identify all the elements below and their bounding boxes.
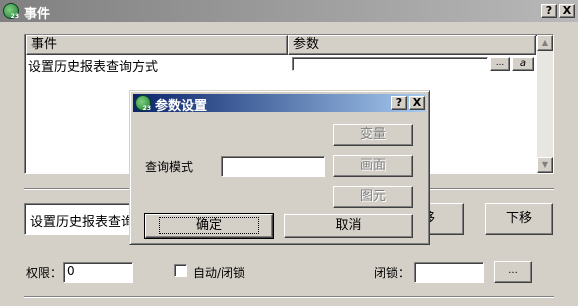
close-button[interactable]: X xyxy=(559,4,575,18)
ok-button[interactable]: 确定 xyxy=(144,213,274,239)
separator-line xyxy=(24,296,554,298)
variable-button[interactable]: 变量 xyxy=(333,124,413,146)
help-button[interactable]: ? xyxy=(541,4,557,18)
event-cell: 设置历史报表查询方式 xyxy=(28,60,159,75)
dialog-title: 参数设置 xyxy=(155,99,208,114)
window-title: 事件 xyxy=(24,7,51,22)
param-edit-icon[interactable]: a xyxy=(512,57,534,71)
permission-label: 权限： xyxy=(26,266,63,280)
dialog-logo-icon xyxy=(135,95,151,112)
app-logo-icon xyxy=(3,3,19,20)
auto-lock-checkbox[interactable] xyxy=(174,264,187,277)
column-header-event[interactable]: 事件 xyxy=(26,35,288,55)
ok-button-label: 确定 xyxy=(158,217,259,234)
dialog-titlebar: 参数设置 ? X xyxy=(133,94,426,114)
lock-label: 闭锁： xyxy=(374,266,411,280)
scroll-up-icon[interactable]: ▲ xyxy=(537,35,553,51)
param-settings-dialog: 参数设置 ? X 变量 画面 图元 查询模式 确定 取消 xyxy=(129,90,430,245)
column-header-param[interactable]: 参数 xyxy=(288,35,536,55)
dialog-help-button[interactable]: ? xyxy=(391,96,407,110)
move-down-button[interactable]: 下移 xyxy=(485,203,553,235)
dialog-close-button[interactable]: X xyxy=(409,96,425,110)
table-row[interactable]: 设置历史报表查询方式 ... a xyxy=(26,56,536,75)
main-titlebar: 事件 ? X xyxy=(0,0,578,22)
permission-input[interactable]: 0 xyxy=(63,262,133,283)
scroll-down-icon[interactable]: ▼ xyxy=(537,157,553,173)
query-mode-input[interactable] xyxy=(221,156,325,177)
param-ellipsis-button[interactable]: ... xyxy=(490,57,510,71)
table-vscrollbar[interactable]: ▲ ▼ xyxy=(537,35,553,173)
lock-ellipsis-button[interactable]: ... xyxy=(494,261,532,283)
query-mode-label: 查询模式 xyxy=(145,160,194,174)
screen-button[interactable]: 画面 xyxy=(333,155,413,177)
param-cell-input[interactable] xyxy=(292,57,488,71)
cancel-button[interactable]: 取消 xyxy=(284,214,413,238)
lock-input[interactable] xyxy=(414,262,484,283)
element-button[interactable]: 图元 xyxy=(333,186,413,208)
auto-lock-label: 自动/闭锁 xyxy=(193,266,246,280)
